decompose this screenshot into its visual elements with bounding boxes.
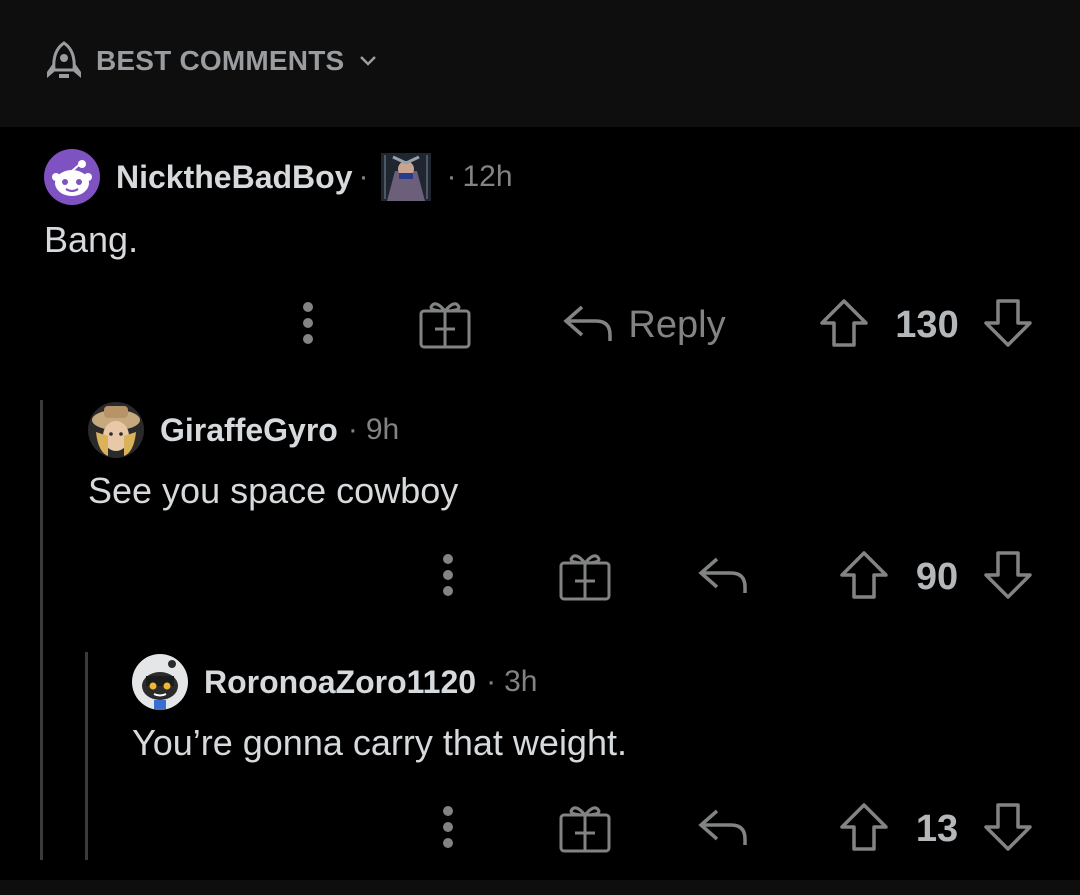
award-button[interactable] [552,799,618,859]
comment-header: RoronoaZoro1120 · 3h [132,652,537,712]
comment-giraffegyro: GiraffeGyro · 9h See you space cowboy 90 [0,397,1080,649]
comment-body: Bang. [44,219,139,260]
timestamp: 12h [462,160,513,193]
comment-header: NicktheBadBoy · · 12h [44,147,513,207]
flair-image [380,153,431,201]
downvote-button[interactable] [980,295,1036,355]
upvote-button[interactable] [816,295,872,355]
arrow-down-icon [982,549,1034,606]
gift-icon [557,547,613,608]
vote-score: 13 [915,807,959,850]
separator-dot: · [347,413,358,446]
more-options-button[interactable] [288,295,328,355]
more-vertical-icon [442,553,454,602]
username[interactable]: NicktheBadBoy [116,159,353,196]
sort-label: BEST COMMENTS [96,45,345,76]
award-button[interactable] [552,547,618,607]
timestamp: 3h [504,665,538,698]
reply-button[interactable] [690,799,756,859]
more-options-button[interactable] [428,799,468,859]
sort-dropdown[interactable]: BEST COMMENTS [44,38,378,84]
reply-label: Reply [628,303,726,346]
award-button[interactable] [412,295,478,355]
comment-actions: Reply 130 [0,295,1080,355]
arrow-down-icon [982,801,1034,858]
arrow-down-icon [982,297,1034,354]
more-vertical-icon [302,301,314,350]
reply-icon [697,805,749,854]
comment-roronoazoro1120: RoronoaZoro1120 · 3h You’re gonna carry … [0,649,1080,880]
avatar[interactable] [132,654,188,710]
reply-icon [562,301,614,350]
vote-score: 130 [895,303,959,346]
avatar[interactable] [44,149,100,205]
downvote-button[interactable] [980,799,1036,859]
more-vertical-icon [442,805,454,854]
separator-dot: · [358,160,369,193]
chevron-down-icon [358,54,378,68]
more-options-button[interactable] [428,547,468,607]
rocket-icon [44,40,84,82]
reply-icon [697,553,749,602]
comment-body: You’re gonna carry that weight. [132,722,627,763]
reply-button[interactable] [690,547,756,607]
comment-header: GiraffeGyro · 9h [88,400,399,460]
reply-button[interactable]: Reply [554,295,734,355]
avatar[interactable] [88,402,144,458]
separator-dot: · [486,665,497,698]
comment-nickthebadboy: NicktheBadBoy · · 12h Bang. Reply 130 [0,127,1080,397]
arrow-up-icon [818,297,870,354]
gift-icon [557,799,613,860]
arrow-up-icon [838,801,890,858]
upvote-button[interactable] [836,547,892,607]
comment-body: See you space cowboy [88,470,459,511]
timestamp: 9h [365,413,400,446]
separator-dot: · [446,160,457,193]
upvote-button[interactable] [836,799,892,859]
gift-icon [417,295,473,356]
downvote-button[interactable] [980,547,1036,607]
vote-score: 90 [915,555,959,598]
comment-actions: 90 [0,547,1080,607]
arrow-up-icon [838,549,890,606]
username[interactable]: GiraffeGyro [160,412,338,449]
bottom-divider [0,880,1080,895]
username[interactable]: RoronoaZoro1120 [204,664,476,701]
comment-actions: 13 [0,799,1080,859]
comments-header: BEST COMMENTS [0,0,1080,127]
